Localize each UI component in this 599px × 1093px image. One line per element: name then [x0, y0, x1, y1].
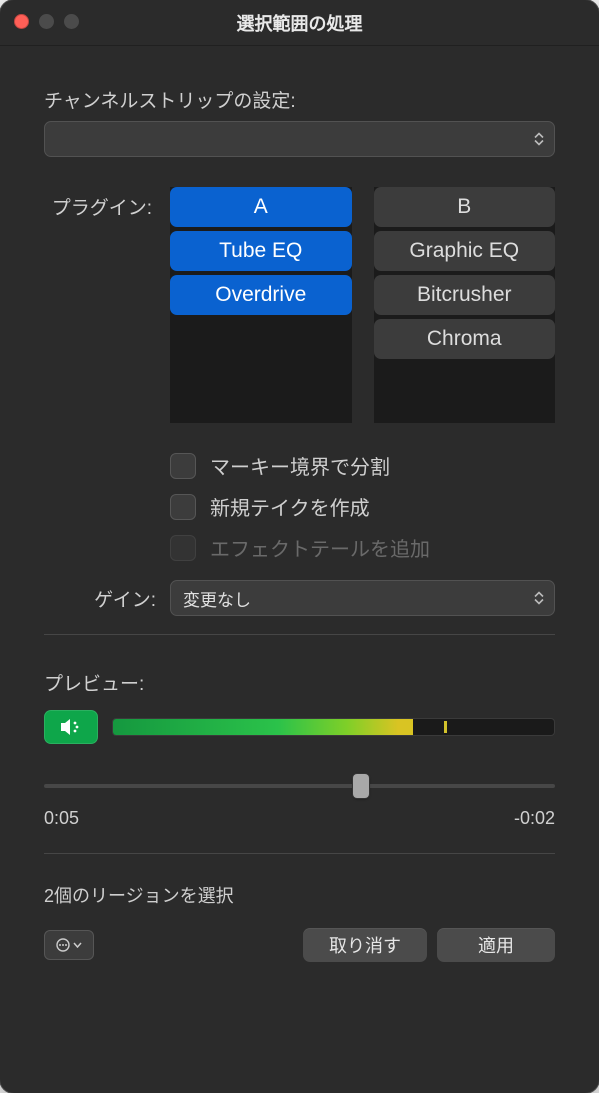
separator	[44, 634, 555, 635]
new-take-row: 新規テイクを作成	[170, 492, 555, 521]
meter-peak	[444, 721, 447, 733]
plugin-a-0[interactable]: Tube EQ	[170, 231, 352, 271]
ellipsis-circle-icon	[56, 938, 70, 952]
gain-value: 変更なし	[183, 586, 251, 611]
meter-fill	[113, 719, 413, 735]
minimize-window-button[interactable]	[39, 14, 54, 29]
preview-time-elapsed: 0:05	[44, 808, 79, 829]
speaker-icon	[59, 717, 83, 737]
effect-tail-checkbox	[170, 535, 196, 561]
preview-position-slider[interactable]	[44, 772, 555, 800]
preview-label: プレビュー:	[44, 669, 555, 696]
new-take-checkbox[interactable]	[170, 494, 196, 520]
preview-section: プレビュー:	[44, 669, 555, 829]
separator	[44, 853, 555, 854]
preview-play-button[interactable]	[44, 710, 98, 744]
window-controls	[14, 14, 79, 29]
content: チャンネルストリップの設定: プラグイン: A Tube EQ Overdriv…	[0, 46, 599, 982]
plugin-column-a: A Tube EQ Overdrive	[170, 187, 352, 423]
titlebar: 選択範囲の処理	[0, 0, 599, 46]
split-marquee-row: マーキー境界で分割	[170, 451, 555, 480]
plugin-col-b-header[interactable]: B	[374, 187, 556, 227]
split-marquee-checkbox[interactable]	[170, 453, 196, 479]
plugins-label: プラグイン:	[44, 187, 152, 220]
status-text: 2個のリージョンを選択	[44, 882, 555, 908]
gain-label: ゲイン:	[44, 585, 156, 612]
updown-arrows-icon	[534, 592, 544, 605]
channel-strip-section: チャンネルストリップの設定:	[44, 86, 555, 157]
gain-popup[interactable]: 変更なし	[170, 580, 555, 616]
plugin-a-1[interactable]: Overdrive	[170, 275, 352, 315]
new-take-label: 新規テイクを作成	[210, 492, 370, 521]
channel-strip-popup[interactable]	[44, 121, 555, 157]
slider-track	[44, 784, 555, 788]
split-marquee-label: マーキー境界で分割	[210, 451, 390, 480]
footer: 取り消す 適用	[44, 928, 555, 962]
window-title: 選択範囲の処理	[237, 10, 363, 36]
apply-button[interactable]: 適用	[437, 928, 555, 962]
plugin-column-b: B Graphic EQ Bitcrusher Chroma	[374, 187, 556, 423]
gain-row: ゲイン: 変更なし	[44, 580, 555, 616]
undo-button[interactable]: 取り消す	[303, 928, 427, 962]
effect-tail-row: エフェクトテールを追加	[170, 533, 555, 562]
plugin-b-empty[interactable]	[374, 363, 556, 423]
channel-strip-label: チャンネルストリップの設定:	[44, 86, 555, 113]
plugin-b-2[interactable]: Chroma	[374, 319, 556, 359]
plugin-col-a-header[interactable]: A	[170, 187, 352, 227]
close-window-button[interactable]	[14, 14, 29, 29]
plugin-b-0[interactable]: Graphic EQ	[374, 231, 556, 271]
slider-thumb[interactable]	[353, 774, 369, 798]
plugin-b-1[interactable]: Bitcrusher	[374, 275, 556, 315]
selection-processing-window: 選択範囲の処理 チャンネルストリップの設定: プラグイン: A Tube EQ …	[0, 0, 599, 1093]
chevron-down-icon	[73, 942, 82, 948]
zoom-window-button[interactable]	[64, 14, 79, 29]
plugins-section: プラグイン: A Tube EQ Overdrive B Graphic EQ …	[44, 187, 555, 423]
preview-time-remaining: -0:02	[514, 808, 555, 829]
plugin-a-empty[interactable]	[170, 319, 352, 423]
preview-level-meter	[112, 718, 555, 736]
action-menu-button[interactable]	[44, 930, 94, 960]
effect-tail-label: エフェクトテールを追加	[210, 533, 430, 562]
updown-arrows-icon	[534, 133, 544, 146]
